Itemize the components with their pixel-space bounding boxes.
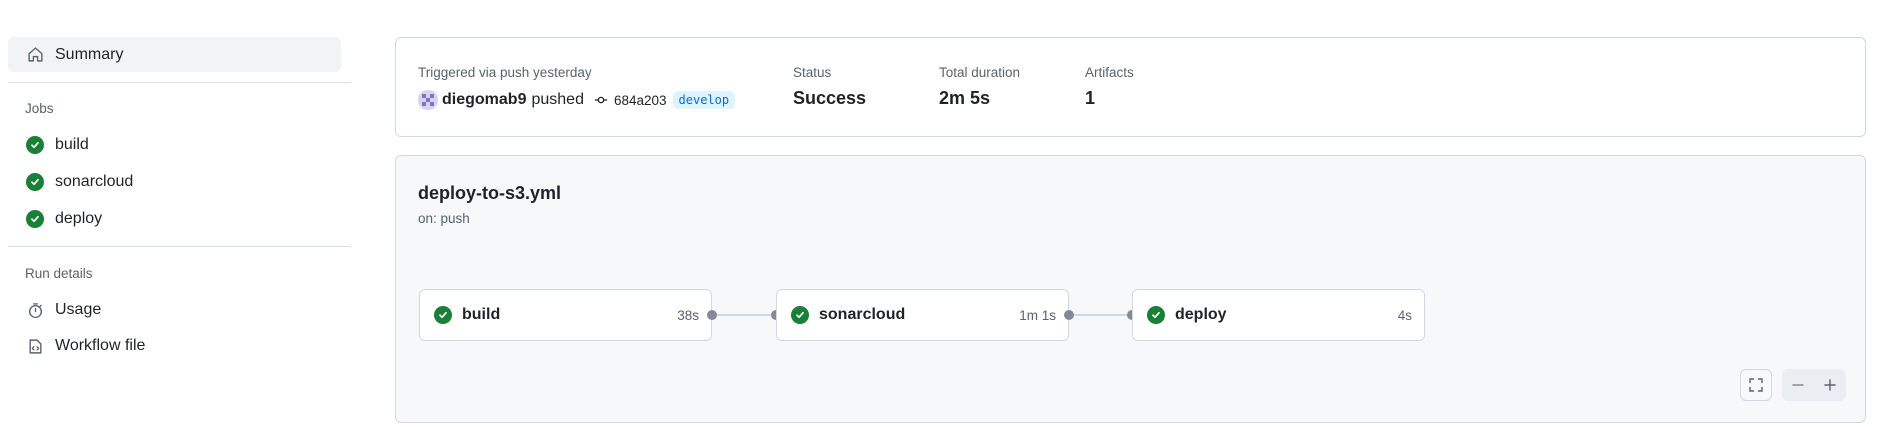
trigger-info: diegomab9 pushed 684a203 develop <box>418 90 736 110</box>
sidebar-item-label: Usage <box>55 301 102 318</box>
divider <box>8 82 351 83</box>
sidebar-item-sonarcloud[interactable]: sonarcloud <box>25 165 133 199</box>
actor-link[interactable]: diegomab9 <box>442 91 526 109</box>
commit-link[interactable]: 684a203 <box>594 93 667 108</box>
job-name: sonarcloud <box>819 306 906 323</box>
file-code-icon <box>25 336 45 356</box>
stopwatch-icon <box>25 300 45 320</box>
success-check-icon <box>25 172 45 192</box>
avatar[interactable] <box>418 90 438 110</box>
success-check-icon <box>791 306 809 324</box>
sidebar-item-label: build <box>55 136 89 153</box>
status-value: Success <box>793 88 867 108</box>
duration-label: Total duration <box>939 65 1021 80</box>
connector-dot <box>707 310 717 320</box>
sidebar-item-summary[interactable]: Summary <box>8 37 341 72</box>
workflow-graph: deploy-to-s3.yml on: push build 38s sona… <box>395 155 1866 423</box>
sidebar-item-build[interactable]: build <box>25 128 89 162</box>
job-name: deploy <box>1175 306 1227 323</box>
success-check-icon <box>434 306 452 324</box>
workflow-file-name: deploy-to-s3.yml <box>418 183 562 203</box>
fullscreen-button[interactable] <box>1740 369 1772 401</box>
zoom-out-button[interactable] <box>1782 369 1814 401</box>
job-duration: 38s <box>677 307 699 323</box>
success-check-icon <box>25 135 45 155</box>
success-check-icon <box>1147 306 1165 324</box>
sidebar-item-label: Workflow file <box>55 337 146 354</box>
workflow-trigger: on: push <box>418 211 470 226</box>
sidebar-item-workflow-file[interactable]: Workflow file <box>25 329 145 363</box>
fullscreen-icon <box>1749 378 1763 392</box>
job-duration: 4s <box>1397 307 1412 323</box>
commit-sha: 684a203 <box>613 92 667 108</box>
connector-dot <box>1064 310 1074 320</box>
divider <box>8 246 351 247</box>
sidebar-item-label: deploy <box>55 210 103 227</box>
action-text: pushed <box>531 91 584 108</box>
job-name: build <box>462 306 501 323</box>
sidebar-item-label: Summary <box>55 45 124 63</box>
sidebar-item-deploy[interactable]: deploy <box>25 202 102 236</box>
run-summary-card: Triggered via push yesterday diegomab9 p… <box>395 37 1866 137</box>
job-node-build[interactable]: build 38s <box>419 289 712 341</box>
artifacts-value[interactable]: 1 <box>1085 88 1095 109</box>
run-sidebar: Summary Jobs build sonarcloud deploy Run… <box>0 0 352 427</box>
sidebar-item-usage[interactable]: Usage <box>25 293 101 327</box>
minus-icon <box>1792 384 1804 386</box>
job-connector <box>1074 314 1128 316</box>
jobs-heading: Jobs <box>25 101 54 116</box>
zoom-controls <box>1782 369 1846 401</box>
artifacts-label: Artifacts <box>1085 65 1134 80</box>
status-label: Status <box>793 65 832 80</box>
job-connector <box>717 314 771 316</box>
sidebar-item-label: sonarcloud <box>55 173 134 190</box>
trigger-label: Triggered via push yesterday <box>418 65 592 80</box>
duration-value[interactable]: 2m 5s <box>939 88 990 109</box>
job-node-sonarcloud[interactable]: sonarcloud 1m 1s <box>776 289 1069 341</box>
git-commit-icon <box>594 93 608 107</box>
zoom-in-button[interactable] <box>1814 369 1846 401</box>
job-node-deploy[interactable]: deploy 4s <box>1132 289 1425 341</box>
run-details-heading: Run details <box>25 266 93 281</box>
job-duration: 1m 1s <box>1019 307 1056 323</box>
branch-badge[interactable]: develop <box>672 91 736 109</box>
plus-icon <box>1824 379 1836 391</box>
success-check-icon <box>25 209 45 229</box>
home-icon <box>25 45 45 65</box>
